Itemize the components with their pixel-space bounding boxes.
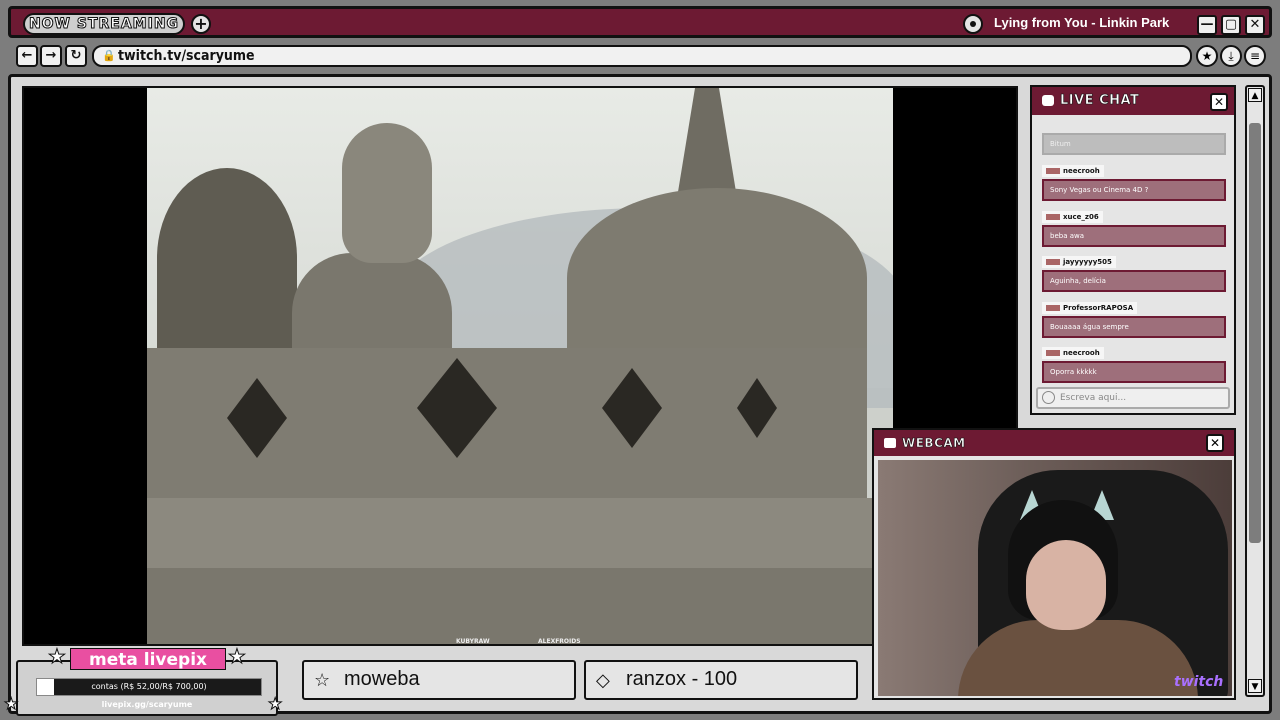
chat-username: neecrooh xyxy=(1042,165,1104,177)
url-text: twitch.tv/scaryume xyxy=(118,48,255,64)
credit-label: ALEXFROIDS xyxy=(538,638,581,645)
scene-buddha-head xyxy=(342,123,432,263)
reload-button[interactable]: ↻ xyxy=(65,45,87,67)
goal-text: moweba xyxy=(344,668,420,690)
chat-message-text: Bouaaaa água sempre xyxy=(1042,316,1226,338)
chat-username: jayyyyyy505 xyxy=(1042,256,1116,268)
chat-username: neecrooh xyxy=(1042,347,1104,359)
badge-icon xyxy=(1046,168,1060,174)
scene-buddha-body xyxy=(292,253,452,353)
title-bar: NOW STREAMING + Lying from You - Linkin … xyxy=(8,6,1272,38)
badge-icon xyxy=(1046,214,1060,220)
star-icon: ★ xyxy=(48,644,67,669)
scene-left-stupa xyxy=(157,168,297,348)
credit-label: KUBYRAW xyxy=(456,638,490,645)
download-icon[interactable]: ⤓ xyxy=(1220,45,1242,67)
chat-username-text: neecrooh xyxy=(1063,349,1100,357)
chat-username-text: jayyyyyy505 xyxy=(1063,258,1112,266)
close-button[interactable]: ✕ xyxy=(1245,15,1265,35)
webcam-title: WEBCAM xyxy=(902,436,966,451)
goal-box: ◇ ranzox - 100 xyxy=(584,660,858,700)
badge-icon xyxy=(1046,350,1060,356)
now-streaming-badge: NOW STREAMING xyxy=(23,13,185,35)
chat-bubble-icon xyxy=(1042,95,1054,106)
webcam-feed: twitch xyxy=(878,460,1232,696)
livepix-progress-bar: contas (R$ 52,00/R$ 700,00) xyxy=(36,678,262,696)
bookmark-star-icon[interactable]: ★ xyxy=(1196,45,1218,67)
goal-box: ☆ moweba xyxy=(302,660,576,700)
scroll-up-icon[interactable]: ▲ xyxy=(1248,88,1262,102)
chat-title: LIVE CHAT xyxy=(1060,93,1140,109)
minimize-button[interactable]: — xyxy=(1197,15,1217,35)
menu-icon[interactable]: ≡ xyxy=(1244,45,1266,67)
chat-message-text: Aguinha, delícia xyxy=(1042,270,1226,292)
lock-icon: 🔒 xyxy=(102,49,116,62)
star-icon: ★ xyxy=(228,644,247,669)
smiley-icon[interactable] xyxy=(1042,391,1055,404)
chat-message-text: beba awa xyxy=(1042,225,1226,247)
webcam-close-button[interactable]: ✕ xyxy=(1206,434,1224,452)
scroll-down-icon[interactable]: ▼ xyxy=(1248,679,1262,693)
star-icon: ★ xyxy=(267,694,283,714)
chat-message-text: Bitum xyxy=(1042,133,1226,155)
badge-icon xyxy=(1046,259,1060,265)
goal-text: ranzox - 100 xyxy=(626,668,738,690)
camera-icon xyxy=(884,438,896,448)
star-icon: ★ xyxy=(3,694,19,714)
chat-username: xuce_z06 xyxy=(1042,211,1103,223)
chat-header: LIVE CHAT ✕ xyxy=(1032,87,1234,115)
star-icon: ☆ xyxy=(314,670,331,691)
scene-stupa xyxy=(567,188,867,368)
chat-username-text: xuce_z06 xyxy=(1063,213,1099,221)
webcam-panel: WEBCAM ✕ twitch xyxy=(872,428,1236,700)
now-playing-song: Lying from You - Linkin Park xyxy=(994,15,1170,30)
live-chat-panel: LIVE CHAT ✕ Bitum neecrooh Sony Vegas ou… xyxy=(1030,85,1236,415)
music-disc-icon xyxy=(963,14,983,34)
forward-button[interactable]: → xyxy=(40,45,62,67)
streamer-face xyxy=(1026,540,1106,630)
twitch-logo: twitch xyxy=(1174,674,1224,690)
chat-message-text: Oporra kkkkk xyxy=(1042,361,1226,383)
livepix-progress-fill xyxy=(37,679,54,695)
maximize-button[interactable]: ▢ xyxy=(1221,15,1241,35)
add-button[interactable]: + xyxy=(191,14,211,34)
diamond-icon: ◇ xyxy=(596,670,610,691)
livepix-url: livepix.gg/scaryume xyxy=(101,700,193,709)
livepix-title: meta livepix xyxy=(70,648,226,670)
badge-icon xyxy=(1046,305,1060,311)
chat-input[interactable]: Escreva aqui... xyxy=(1036,387,1230,409)
webcam-header: WEBCAM ✕ xyxy=(874,430,1234,456)
scene-tier-3 xyxy=(147,568,893,644)
video-frame-temple xyxy=(147,88,893,644)
scrollbar-thumb[interactable] xyxy=(1249,123,1261,543)
chat-close-button[interactable]: ✕ xyxy=(1210,93,1228,111)
livepix-progress-text: contas (R$ 52,00/R$ 700,00) xyxy=(91,682,207,691)
back-button[interactable]: ← xyxy=(16,45,38,67)
scene-tier-2 xyxy=(147,498,893,568)
chat-username-text: ProfessorRAPOSA xyxy=(1063,304,1134,312)
address-bar[interactable]: 🔒 twitch.tv/scaryume xyxy=(92,45,1192,67)
chat-username: ProfessorRAPOSA xyxy=(1042,302,1138,314)
chat-message-text: Sony Vegas ou Cinema 4D ? xyxy=(1042,179,1226,201)
stream-overlay: NOW STREAMING + Lying from You - Linkin … xyxy=(0,0,1280,720)
page-scrollbar[interactable]: ▲ ▼ xyxy=(1245,85,1265,697)
chat-input-placeholder: Escreva aqui... xyxy=(1060,393,1127,403)
chat-username-text: neecrooh xyxy=(1063,167,1100,175)
